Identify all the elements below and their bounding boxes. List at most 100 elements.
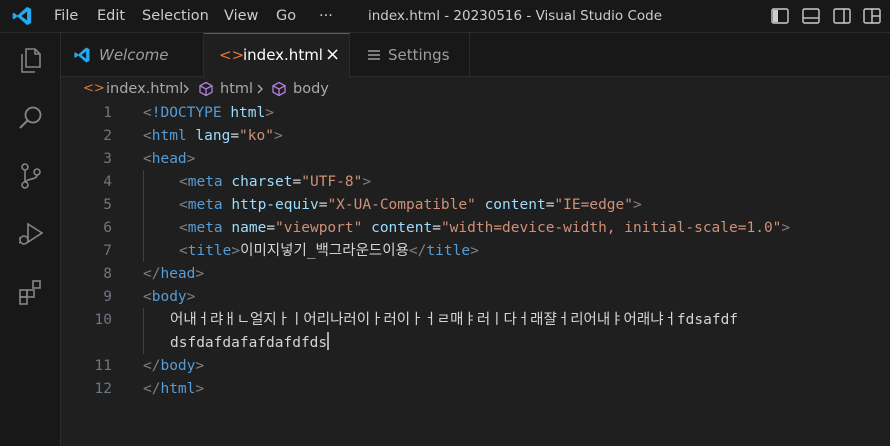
indent-guide (143, 308, 144, 354)
code-token: lang (195, 128, 231, 144)
code-token: > (781, 220, 791, 236)
code-token: title (187, 243, 232, 259)
line-number: 3 (103, 151, 112, 167)
code-token: > (195, 381, 205, 397)
activity-bar (0, 33, 61, 446)
code-token: < (143, 105, 152, 121)
toggle-panel-icon[interactable] (801, 6, 821, 26)
breadcrumb-html[interactable]: html (220, 77, 253, 101)
code-line: </head> (143, 263, 204, 286)
code-token: html (151, 128, 187, 144)
code-token: > (633, 197, 642, 213)
code-line: </html> (143, 378, 204, 401)
menu-view[interactable]: View (224, 0, 258, 33)
line-number: 9 (103, 289, 112, 305)
tab-settings-label: Settings (388, 46, 450, 64)
extensions-icon[interactable] (16, 277, 46, 307)
menu-file[interactable]: File (54, 0, 78, 33)
code-token: html (160, 381, 196, 397)
code-token: > (265, 105, 274, 121)
code-token: > (186, 151, 196, 167)
indent-guide (143, 170, 144, 262)
editor-tab-bar: Welcome <> index.html × Settings (61, 33, 890, 78)
breadcrumb-body[interactable]: body (293, 77, 329, 101)
code-token: </ (408, 243, 427, 259)
line-number: 10 (94, 312, 112, 328)
html-file-icon: <> (83, 81, 105, 96)
line-number: 7 (103, 243, 112, 259)
close-icon[interactable]: × (325, 33, 340, 77)
code-line: <title>이미지넣기_백그라운드이용</title> (179, 240, 479, 263)
text-cursor (327, 332, 330, 350)
chevron-right-icon (257, 84, 263, 94)
code-token: 이미지넣기_백그라운드이용 (240, 243, 409, 259)
tab-settings[interactable]: Settings (350, 33, 470, 77)
breadcrumb-file[interactable]: index.html (106, 77, 183, 101)
source-control-icon[interactable] (16, 161, 46, 191)
code-token: name (231, 220, 267, 236)
code-line: dsfdafdafafdafdfds (170, 332, 330, 355)
symbol-element-icon (272, 81, 286, 97)
code-token: > (186, 289, 196, 305)
code-token: < (179, 243, 188, 259)
code-token: "ko" (239, 128, 274, 144)
code-token: > (231, 243, 241, 259)
code-token: </ (143, 358, 161, 374)
code-line: <meta http-equiv="X-UA-Compatible" conte… (179, 194, 642, 217)
code-token: head (151, 151, 187, 167)
menu-edit[interactable]: Edit (97, 0, 125, 33)
tab-index-html[interactable]: <> index.html × (204, 33, 350, 78)
code-line: </body> (143, 355, 204, 378)
code-token: http-equiv (231, 197, 319, 213)
code-line: 어내ㅓ랴ㅐㄴ얼지ㅏㅣ어리나러이ㅏ러이ㅏㅓㄹ매ㅑ러ㅣ다ㅓ래쟐ㅓ리어내ㅑ어래냐ㅓfd… (170, 309, 738, 332)
code-token: < (179, 197, 188, 213)
search-icon[interactable] (16, 103, 46, 133)
code-token: dsfdafdafafdafdfds (170, 335, 328, 351)
tab-welcome[interactable]: Welcome (61, 33, 204, 77)
chevron-right-icon (183, 84, 189, 94)
line-number: 11 (94, 358, 112, 374)
menu-more-icon[interactable]: ··· (319, 0, 333, 33)
code-line: <body> (143, 286, 195, 309)
code-token: > (362, 174, 372, 190)
code-token: 어내ㅓ랴ㅐㄴ얼지ㅏㅣ어리나러이ㅏ러이ㅏㅓㄹ매ㅑ러ㅣ다ㅓ래쟐ㅓ리어내ㅑ어래냐ㅓfd… (170, 312, 739, 328)
toggle-primary-sidebar-icon[interactable] (770, 6, 790, 26)
code-token: < (143, 289, 152, 305)
line-number: 5 (103, 197, 112, 213)
code-line: <!DOCTYPE html> (143, 102, 274, 125)
line-number: 4 (103, 174, 112, 190)
toggle-secondary-sidebar-icon[interactable] (832, 6, 852, 26)
breadcrumb: <> index.html html body (61, 77, 890, 101)
code-line: <html lang="ko"> (143, 125, 283, 148)
code-token: = (266, 220, 276, 236)
tab-index-html-label: index.html (243, 46, 323, 64)
run-and-debug-icon[interactable] (16, 219, 46, 249)
line-number: 2 (103, 128, 112, 144)
window-title: index.html - 20230516 - Visual Studio Co… (367, 8, 663, 24)
code-token: > (195, 358, 205, 374)
code-token: </ (143, 266, 161, 282)
line-number: 6 (103, 220, 112, 236)
code-token: = (230, 128, 240, 144)
explorer-icon[interactable] (16, 45, 46, 75)
code-line: <head> (143, 148, 195, 171)
code-token: > (470, 243, 479, 259)
code-token: head (160, 266, 196, 282)
code-token: < (143, 128, 152, 144)
code-token: "UTF-8" (301, 174, 363, 190)
code-token: > (273, 128, 283, 144)
code-token: = (292, 174, 302, 190)
vscode-logo-icon (12, 6, 32, 26)
code-token: </ (143, 381, 161, 397)
code-line: <meta charset="UTF-8"> (179, 171, 371, 194)
code-token: "width=device-width, initial-scale=1.0" (440, 220, 782, 236)
line-number: 8 (103, 266, 112, 282)
code-editor[interactable]: 1 2 3 4 5 6 7 8 9 10 11 12 <!DOCTYPE html> <html lang… (61, 101, 890, 446)
menu-selection[interactable]: Selection (142, 0, 209, 33)
menu-go[interactable]: Go (276, 0, 296, 33)
symbol-element-icon (199, 81, 213, 97)
code-line: <meta name="viewport" content="width=dev… (179, 217, 790, 240)
customize-layout-icon[interactable] (862, 6, 882, 26)
